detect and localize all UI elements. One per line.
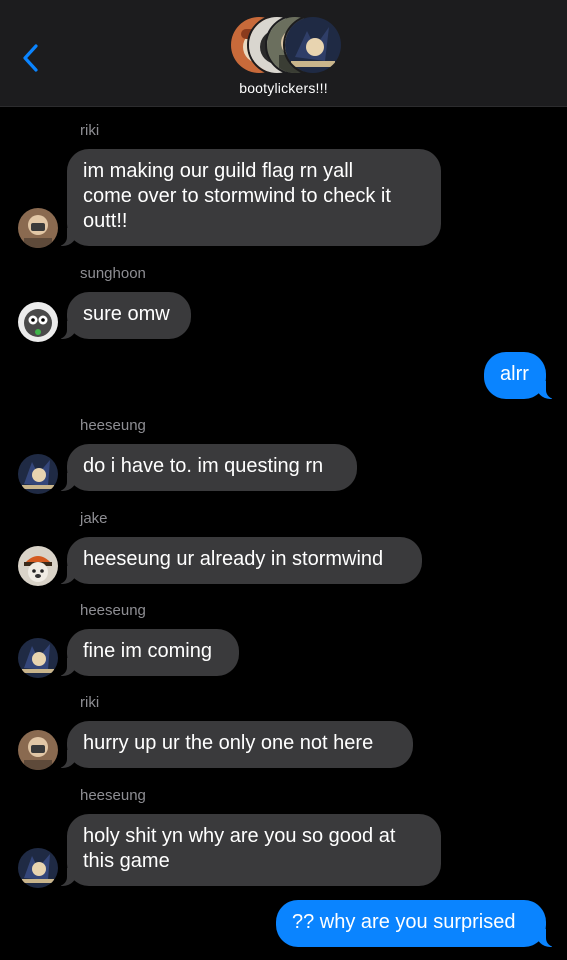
avatar-sunghoon[interactable]	[18, 302, 58, 342]
sender-name: riki	[80, 122, 100, 139]
message-bubble[interactable]: do i have to. im questing rn	[55, 444, 357, 491]
avatar-jake[interactable]	[18, 546, 58, 586]
message-bubble-sent[interactable]: alrr	[484, 352, 558, 399]
message-bubble[interactable]: sure omw	[55, 292, 191, 339]
sender-name: sunghoon	[80, 265, 146, 282]
message-bubble[interactable]: fine im coming	[55, 629, 239, 676]
avatar-heeseung[interactable]	[18, 848, 58, 888]
chat-header: bootylickers!!!	[0, 0, 567, 107]
message-bubble[interactable]: hurry up ur the only one not here	[55, 721, 413, 768]
sender-name: jake	[80, 510, 108, 527]
group-avatar-4	[283, 15, 343, 75]
chevron-left-icon	[23, 44, 38, 72]
message-bubble[interactable]: heeseung ur already in stormwind	[55, 537, 422, 584]
sender-name: riki	[80, 694, 100, 711]
avatar-heeseung[interactable]	[18, 454, 58, 494]
back-button[interactable]	[14, 40, 50, 76]
sender-name: heeseung	[80, 602, 146, 619]
message-bubble[interactable]: holy shit yn why are you so good at this…	[55, 814, 441, 886]
avatar-riki[interactable]	[18, 208, 58, 248]
group-avatar-stack[interactable]	[229, 15, 343, 75]
message-thread[interactable]: riki im making our guild flag rn yall co…	[0, 106, 567, 960]
avatar-riki[interactable]	[18, 730, 58, 770]
sender-name: heeseung	[80, 417, 146, 434]
message-bubble-sent[interactable]: ?? why are you surprised	[276, 900, 558, 947]
message-bubble[interactable]: im making our guild flag rn yall come ov…	[55, 149, 441, 246]
sender-name: heeseung	[80, 787, 146, 804]
avatar-heeseung[interactable]	[18, 638, 58, 678]
group-name[interactable]: bootylickers!!!	[0, 80, 567, 96]
